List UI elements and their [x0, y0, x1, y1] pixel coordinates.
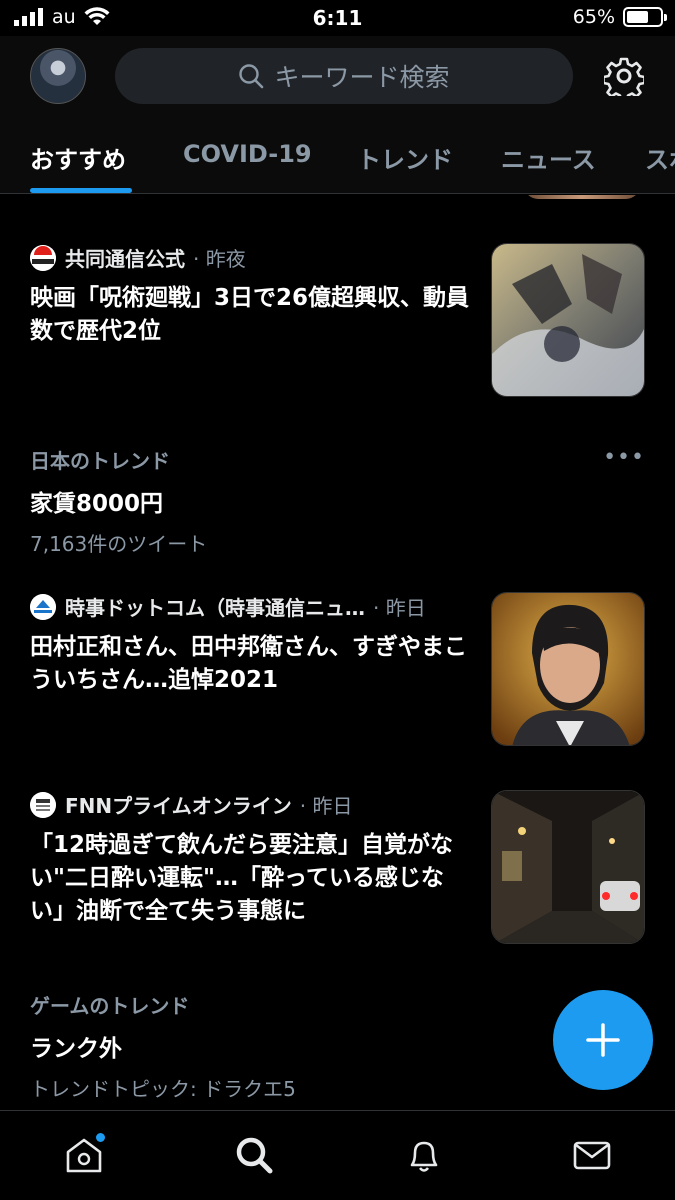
- explore-feed[interactable]: 共同通信公式 · 昨夜 映画「呪術廻戦」3日で26億超興収、動員数で歴代2位 日…: [0, 195, 675, 1110]
- battery-icon: [623, 7, 667, 27]
- search-input[interactable]: キーワード検索: [115, 48, 573, 104]
- news-item[interactable]: 共同通信公式 · 昨夜 映画「呪術廻戦」3日で26億超興収、動員数で歴代2位: [30, 243, 645, 397]
- mail-icon: [573, 1141, 611, 1170]
- gear-icon[interactable]: [604, 56, 644, 96]
- plus-icon: [586, 1023, 620, 1057]
- nav-home[interactable]: [62, 1133, 106, 1177]
- tab-bar: おすすめ COVID-19 トレンド ニュース スポ: [0, 132, 675, 194]
- compose-tweet-button[interactable]: [553, 990, 653, 1090]
- previous-item-thumbnail: [524, 195, 640, 199]
- battery-percent: 65%: [572, 6, 615, 28]
- tab-recommended[interactable]: おすすめ: [30, 140, 126, 175]
- trend-context: ゲームのトレンド: [30, 994, 190, 1018]
- trend-topic: トレンドトピック: ドラクエ5: [30, 1077, 296, 1101]
- tab-covid-19[interactable]: COVID-19: [183, 140, 312, 168]
- avatar[interactable]: [30, 48, 86, 104]
- explore-header: キーワード検索 おすすめ COVID-19 トレンド ニュース スポ: [0, 36, 675, 194]
- status-bar: au 6:11 65%: [0, 0, 675, 36]
- news-source-name: 共同通信公式: [65, 247, 185, 271]
- news-time: · 昨日: [299, 794, 353, 818]
- kyodo-logo-icon: [30, 244, 56, 271]
- trend-item[interactable]: 日本のトレンド 家賃8000円 7,163件のツイート •••: [30, 445, 645, 557]
- bottom-navigation: [0, 1110, 675, 1200]
- night-street-thumbnail: [491, 790, 645, 944]
- news-source-name: FNNプライムオンライン: [65, 794, 292, 818]
- news-time: · 昨夜: [193, 247, 246, 271]
- active-tab-indicator: [30, 188, 132, 193]
- news-time: · 昨日: [373, 596, 426, 620]
- news-headline: 映画「呪術廻戦」3日で26億超興収、動員数で歴代2位: [30, 285, 470, 344]
- fnn-logo-icon: [30, 791, 56, 818]
- more-options-icon[interactable]: •••: [603, 445, 645, 470]
- portrait-thumbnail: [491, 592, 645, 746]
- home-notification-dot: [96, 1133, 105, 1142]
- news-headline: 田村正和さん、田中邦衛さん、すぎやまこういちさん…追悼2021: [30, 634, 467, 693]
- news-item[interactable]: 時事ドットコム（時事通信ニュ… · 昨日 田村正和さん、田中邦衛さん、すぎやまこ…: [30, 592, 645, 746]
- trend-name: 家賃8000円: [30, 491, 164, 517]
- tab-trends[interactable]: トレンド: [357, 140, 453, 175]
- tab-news[interactable]: ニュース: [501, 140, 596, 175]
- jiji-logo-icon: [30, 593, 56, 620]
- news-headline: 「12時過ぎて飲んだら要注意」自覚がない"二日酔い運転"…「酔っている感じない」…: [30, 832, 454, 924]
- status-right: 65%: [572, 6, 667, 28]
- trend-tweet-count: 7,163件のツイート: [30, 532, 208, 556]
- nav-notifications[interactable]: [402, 1133, 446, 1177]
- nav-search[interactable]: [232, 1133, 276, 1177]
- news-item[interactable]: FNNプライムオンライン · 昨日 「12時過ぎて飲んだら要注意」自覚がない"二…: [30, 790, 645, 944]
- anime-poster-thumbnail: [491, 243, 645, 397]
- news-source-name: 時事ドットコム（時事通信ニュ…: [65, 596, 365, 620]
- bell-icon: [410, 1141, 438, 1172]
- nav-messages[interactable]: [570, 1133, 614, 1177]
- search-icon: [239, 64, 264, 89]
- tab-sports[interactable]: スポ: [645, 140, 675, 175]
- search-icon: [236, 1137, 273, 1174]
- trend-context: 日本のトレンド: [30, 449, 170, 473]
- search-placeholder: キーワード検索: [274, 63, 450, 92]
